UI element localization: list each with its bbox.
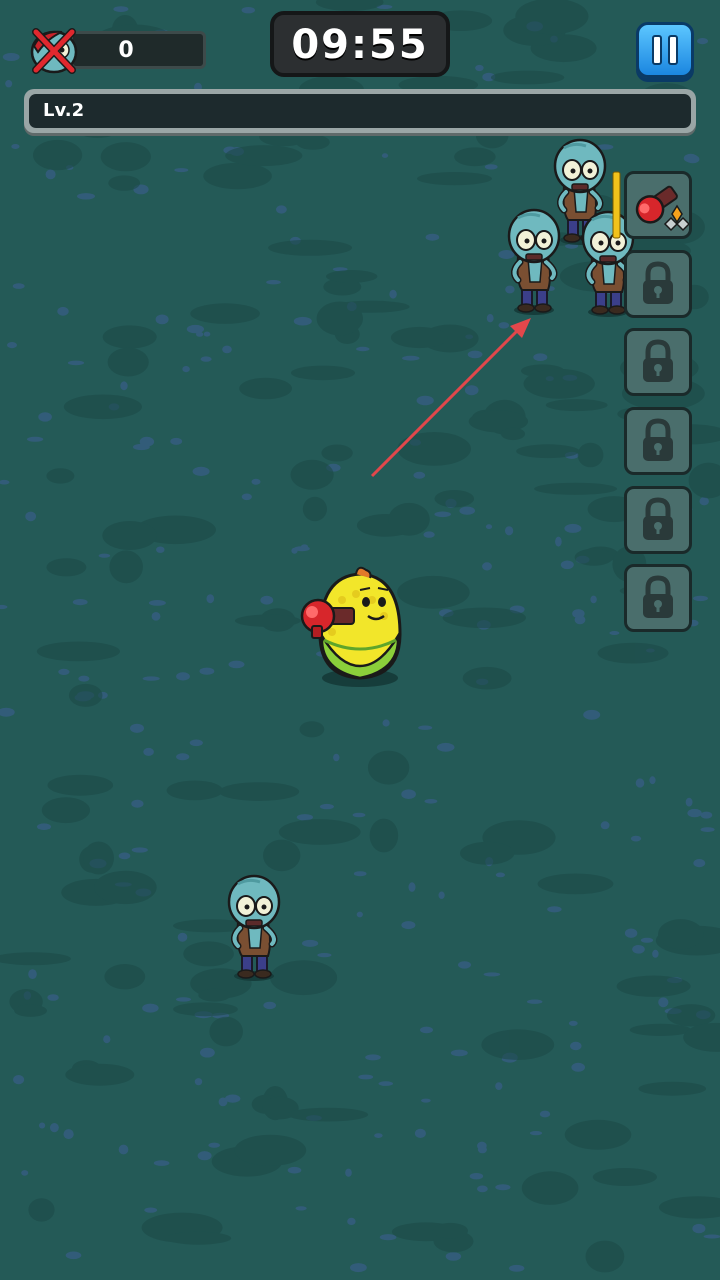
kill-count: 0	[118, 38, 134, 63]
skill-slot-locked[interactable]	[624, 328, 692, 396]
pause-button[interactable]	[636, 22, 694, 78]
lock-icon	[627, 331, 689, 393]
red-blaster-icon	[635, 185, 689, 232]
skill-slot-weapon[interactable]	[624, 171, 692, 239]
enemy-health-bar	[612, 171, 621, 239]
lock-icon	[627, 489, 689, 551]
lock-icon	[627, 567, 689, 629]
lock-icon	[627, 410, 689, 472]
level-label: Lv.2	[43, 100, 85, 121]
skill-slot-locked[interactable]	[624, 250, 692, 318]
skill-slot-locked[interactable]	[624, 407, 692, 475]
experience-bar-track: Lv.2	[29, 94, 691, 128]
skill-slot-locked[interactable]	[624, 564, 692, 632]
kill-counter: 0	[24, 28, 206, 74]
lock-icon	[627, 253, 689, 315]
countdown-timer: 09:55	[270, 11, 450, 77]
skill-slot-locked[interactable]	[624, 486, 692, 554]
experience-bar: Lv.2	[24, 89, 696, 133]
game-field[interactable]	[0, 0, 720, 1280]
crossed-zombie-head-icon	[30, 28, 78, 74]
